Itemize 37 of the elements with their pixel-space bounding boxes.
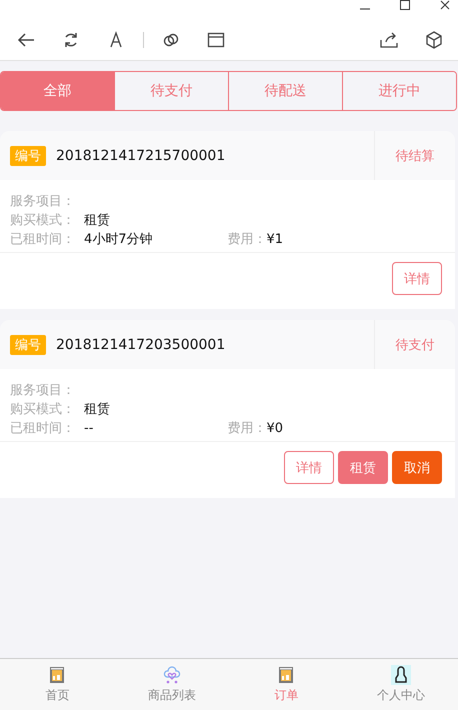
field-label: 服务项目： [10,382,76,400]
label-badge: 编号 [10,146,46,166]
field-label: 费用： [228,231,266,249]
field-label: 费用： [228,420,266,438]
tab[interactable]: 进行中 [342,72,456,110]
share-icon[interactable] [379,30,399,50]
field-value: -- [84,420,94,438]
field-label: 购买模式： [10,212,76,230]
rent-button[interactable]: 租赁 [338,451,388,484]
order-status: 待支付 [394,336,436,354]
tab[interactable]: 全部 [1,72,114,110]
cloud-hearts-icon[interactable] [162,665,182,685]
field-label: 已租时间： [10,231,76,249]
field-value: ¥0 [266,420,284,438]
label-badge: 编号 [10,334,46,354]
field-label: 已租时间： [10,420,76,438]
window-icon[interactable] [206,30,226,50]
field-value: 租赁 [84,401,110,419]
field-value: 租赁 [84,212,110,230]
nav-label[interactable]: 个人中心 [376,687,425,704]
nav-label[interactable]: 首页 [45,687,70,704]
cancel-button[interactable]: 取消 [392,451,442,484]
nav-label[interactable]: 订单 [274,687,298,704]
field-value: 4小时7分钟 [84,231,153,249]
close-icon[interactable] [440,0,450,10]
order-number: 2018121417203500001 [56,336,226,352]
nav-label[interactable]: 商品列表 [148,687,196,704]
order-number: 2018121417215700001 [56,148,226,164]
details-button[interactable]: 详情 [284,451,334,484]
person-icon[interactable] [390,665,411,685]
cube-icon[interactable] [424,30,444,50]
field-value: ¥1 [266,231,284,249]
field-label: 购买模式： [10,401,76,419]
details-button[interactable]: 详情 [392,262,442,295]
maximize-icon[interactable] [400,0,410,10]
field-label: 服务项目： [10,193,76,211]
order-status: 待结算 [394,148,436,164]
